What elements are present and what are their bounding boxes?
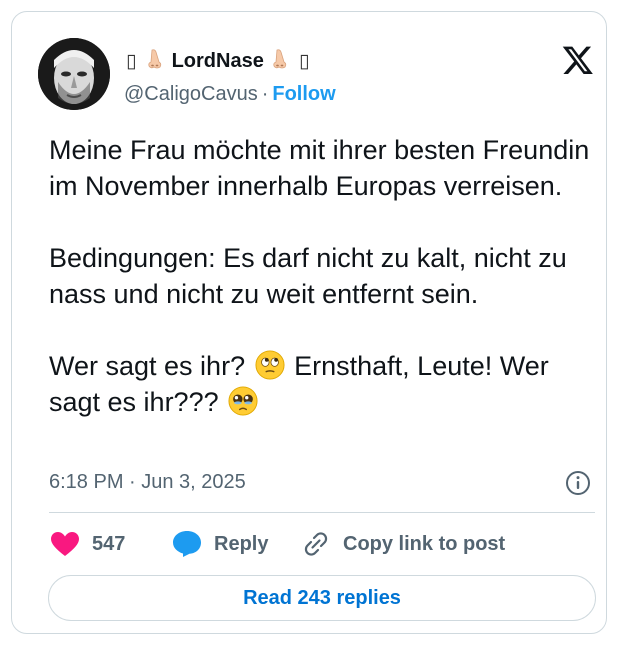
copy-link-button[interactable]: Copy link to post <box>301 530 505 558</box>
divider <box>49 512 595 513</box>
follow-button[interactable]: Follow <box>272 83 335 105</box>
copy-link-label: Copy link to post <box>343 532 506 555</box>
reply-label: Reply <box>214 532 269 555</box>
author-name: LordNase <box>171 50 264 72</box>
tweet-timestamp[interactable]: 6:18 PM · Jun 3, 2025 <box>49 470 246 494</box>
tweet-paragraph-1: Meine Frau möchte mit ihrer besten Freun… <box>49 135 590 201</box>
like-button[interactable]: 547 <box>50 530 125 558</box>
reply-button[interactable]: Reply <box>172 530 268 558</box>
reply-bubble-icon <box>173 531 201 557</box>
tweet-text: Meine Frau möchte mit ihrer besten Freun… <box>49 132 597 420</box>
nose-emoji-right <box>273 49 287 69</box>
x-logo-icon[interactable] <box>561 46 595 76</box>
tweet-paragraph-3: Wer sagt es ihr? Ernsthaft, Leute! Wer s… <box>49 348 597 420</box>
author-name-line[interactable]: ▯ LordNase ▯ <box>124 48 311 74</box>
nose-emoji-left <box>148 49 162 69</box>
tweet-card: ▯ LordNase ▯ @CaligoCavus · Follow Meine F… <box>11 11 607 634</box>
info-icon[interactable] <box>565 470 591 496</box>
avatar[interactable] <box>38 38 110 110</box>
tweet-paragraph-3-part-1: Wer sagt es ihr? <box>49 351 246 381</box>
link-icon <box>304 532 328 556</box>
heart-icon <box>51 532 79 556</box>
name-suffix-glyph: ▯ <box>298 51 310 72</box>
handle-line: @CaligoCavus · Follow <box>124 82 336 106</box>
handle-separator: · <box>261 83 269 105</box>
read-replies-button[interactable]: Read 243 replies <box>48 575 596 621</box>
author-handle[interactable]: @CaligoCavus <box>124 83 258 105</box>
name-prefix-glyph: ▯ <box>126 51 137 72</box>
eye-roll-emoji-icon <box>255 350 285 380</box>
tweet-paragraph-2: Bedingungen: Es darf nicht zu kalt, nich… <box>49 243 567 309</box>
like-count: 547 <box>92 532 126 555</box>
pleading-face-emoji-icon <box>228 386 258 416</box>
